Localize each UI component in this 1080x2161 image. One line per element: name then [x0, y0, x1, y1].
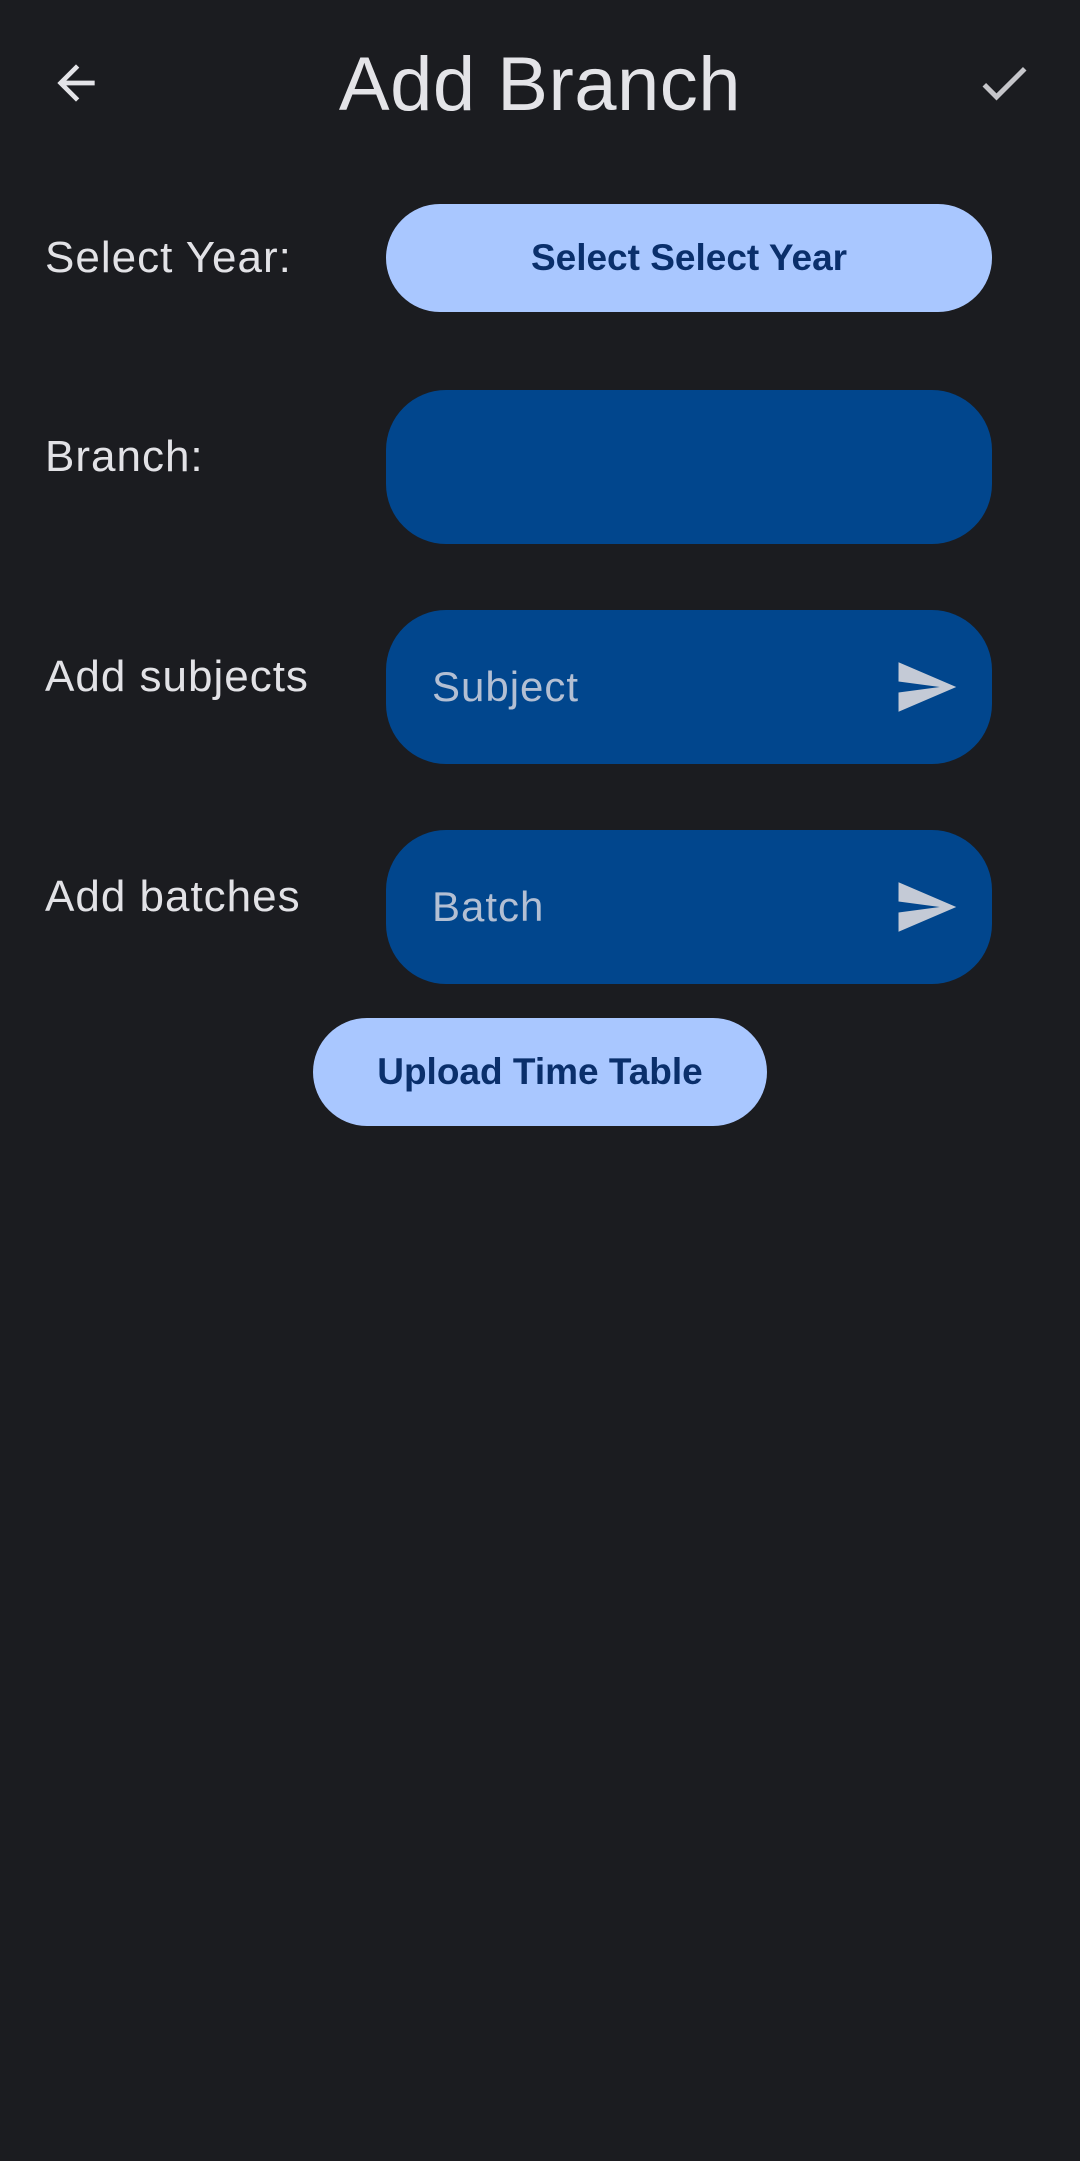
confirm-button[interactable]: [956, 35, 1052, 131]
send-icon: [898, 662, 957, 712]
send-icon: [898, 882, 957, 932]
batch-field[interactable]: [386, 830, 992, 984]
branch-label: Branch:: [45, 432, 204, 481]
top-app-bar: Add Branch: [0, 0, 1080, 170]
subject-field[interactable]: [386, 610, 992, 764]
add-subjects-label: Add subjects: [45, 652, 309, 701]
add-batches-label: Add batches: [45, 872, 301, 921]
upload-time-table-label: Upload Time Table: [377, 1051, 703, 1092]
add-branch-screen: Add Branch Select Year: Select Select Ye…: [0, 0, 1080, 2161]
batch-input[interactable]: [432, 830, 872, 984]
branch-field[interactable]: [386, 390, 992, 544]
check-icon: [982, 66, 1027, 101]
select-year-button-label: Select Select Year: [530, 237, 848, 278]
subject-input[interactable]: [432, 610, 872, 764]
select-year-label: Select Year:: [45, 233, 292, 282]
add-batch-send-button[interactable]: [886, 867, 966, 947]
select-year-button[interactable]: Select Select Year: [386, 204, 992, 312]
upload-time-table-button[interactable]: Upload Time Table: [313, 1018, 767, 1126]
page-title: Add Branch: [338, 42, 742, 127]
add-subject-send-button[interactable]: [886, 647, 966, 727]
branch-input[interactable]: [432, 390, 872, 544]
